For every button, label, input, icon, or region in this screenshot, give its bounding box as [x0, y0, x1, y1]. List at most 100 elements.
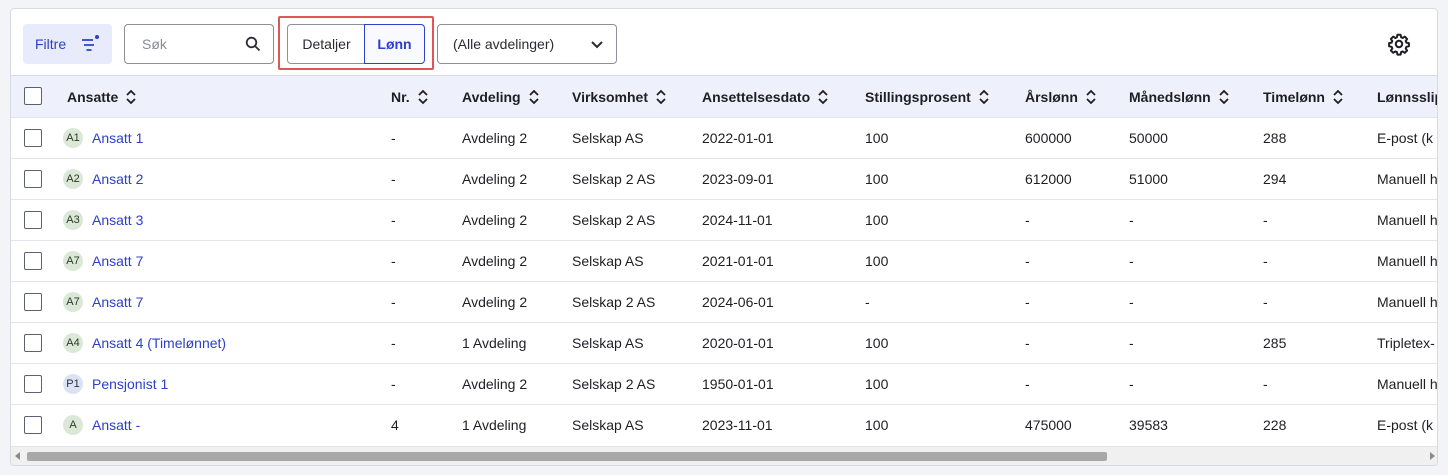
cell-employee: A3 Ansatt 3 [63, 200, 143, 240]
cell-hourly-wage: 285 [1263, 335, 1287, 351]
row-checkbox[interactable] [24, 252, 42, 270]
employee-link[interactable]: Ansatt - [92, 417, 140, 433]
cell-department: Avdeling 2 [462, 212, 528, 228]
row-checkbox[interactable] [24, 375, 42, 393]
gear-icon[interactable] [1387, 32, 1411, 56]
scroll-right-icon[interactable] [1430, 452, 1435, 460]
table-row[interactable]: A4 Ansatt 4 (Timelønnet) - 1 Avdeling Selska… [11, 322, 1437, 363]
cell-nr: - [391, 130, 396, 146]
search-input[interactable] [126, 26, 236, 62]
column-header-payslip[interactable]: Lønnsslip [1377, 76, 1437, 117]
cell-department: 1 Avdeling [462, 417, 527, 433]
cell-annual-salary: 612000 [1025, 171, 1072, 187]
employee-link[interactable]: Ansatt 1 [92, 130, 143, 146]
cell-annual-salary: 600000 [1025, 130, 1072, 146]
table-row[interactable]: P1 Pensjonist 1 - Avdeling 2 Selskap 2 AS 195… [11, 363, 1437, 404]
row-checkbox[interactable] [24, 170, 42, 188]
cell-position-pct: 100 [865, 171, 889, 187]
table-row[interactable]: A3 Ansatt 3 - Avdeling 2 Selskap 2 AS 2024-11… [11, 199, 1438, 240]
employee-link[interactable]: Ansatt 7 [92, 253, 143, 269]
row-checkbox[interactable] [24, 129, 42, 147]
sort-icon [818, 89, 828, 104]
department-select-value: (Alle avdelinger) [453, 36, 555, 52]
cell-department: Avdeling 2 [462, 294, 528, 310]
department-select[interactable]: (Alle avdelinger) [437, 24, 617, 64]
cell-position-pct: 100 [865, 417, 889, 433]
salary-view-button[interactable]: Lønn [364, 24, 425, 64]
column-header-employees[interactable]: Ansatte [67, 76, 136, 117]
cell-position-pct: - [865, 294, 870, 310]
cell-company: Selskap 2 AS [572, 376, 656, 392]
employee-link[interactable]: Ansatt 4 (Timelønnet) [92, 335, 226, 351]
avatar: A3 [63, 210, 83, 230]
cell-department: Avdeling 2 [462, 253, 528, 269]
cell-annual-salary: - [1025, 335, 1030, 351]
cell-nr: 4 [391, 417, 399, 433]
column-header-nr[interactable]: Nr. [391, 76, 428, 117]
table-row[interactable]: A7 Ansatt 7 - Avdeling 2 Selskap AS 2021-01-0… [11, 240, 1438, 281]
employee-panel: Filtre Detaljer Lønn (Alle avdelinger) [10, 8, 1438, 466]
avatar: P1 [63, 374, 83, 394]
cell-annual-salary: - [1025, 212, 1030, 228]
table-row[interactable]: A2 Ansatt 2 - Avdeling 2 Selskap 2 AS 2023-09… [11, 158, 1438, 199]
row-checkbox[interactable] [24, 211, 42, 229]
cell-position-pct: 100 [865, 130, 889, 146]
cell-payslip: Manuell h [1377, 171, 1438, 187]
column-header-monthly-salary[interactable]: Månedslønn [1129, 76, 1229, 117]
column-header-department[interactable]: Avdeling [462, 76, 539, 117]
cell-annual-salary: - [1025, 294, 1030, 310]
search-icon[interactable] [245, 36, 261, 52]
table-row[interactable]: A1 Ansatt 1 - Avdeling 2 Selskap AS 2022-01-0… [11, 117, 1437, 158]
cell-employee: A7 Ansatt 7 [63, 241, 143, 281]
filter-button[interactable]: Filtre [23, 24, 112, 64]
horizontal-scrollbar[interactable] [11, 446, 1437, 465]
cell-nr: - [391, 376, 396, 392]
cell-hourly-wage: 294 [1263, 171, 1287, 187]
cell-payslip: Manuell h [1377, 212, 1438, 228]
column-header-annual-salary[interactable]: Årslønn [1025, 76, 1096, 117]
cell-company: Selskap AS [572, 417, 644, 433]
cell-monthly-salary: - [1129, 212, 1134, 228]
cell-department: 1 Avdeling [462, 335, 527, 351]
cell-monthly-salary: 50000 [1129, 130, 1168, 146]
cell-hourly-wage: 288 [1263, 130, 1287, 146]
sort-icon [418, 89, 428, 104]
avatar: A2 [63, 169, 83, 189]
column-header-start-date[interactable]: Ansettelsesdato [702, 76, 828, 117]
cell-employee: A2 Ansatt 2 [63, 159, 143, 199]
employee-link[interactable]: Ansatt 2 [92, 171, 143, 187]
cell-annual-salary: 475000 [1025, 417, 1072, 433]
cell-hourly-wage: - [1263, 253, 1268, 269]
cell-department: Avdeling 2 [462, 171, 528, 187]
cell-position-pct: 100 [865, 253, 889, 269]
row-checkbox[interactable] [24, 416, 42, 434]
cell-company: Selskap AS [572, 335, 644, 351]
toolbar: Filtre Detaljer Lønn (Alle avdelinger) [11, 9, 1437, 75]
cell-employee: P1 Pensjonist 1 [63, 364, 168, 404]
column-header-hourly-wage[interactable]: Timelønn [1263, 76, 1343, 117]
table-row[interactable]: A7 Ansatt 7 - Avdeling 2 Selskap 2 AS 2024-06… [11, 281, 1437, 322]
cell-company: Selskap AS [572, 253, 644, 269]
cell-nr: - [391, 253, 396, 269]
employee-link[interactable]: Ansatt 7 [92, 294, 143, 310]
cell-company: Selskap 2 AS [572, 294, 656, 310]
avatar: A7 [63, 292, 83, 312]
employee-link[interactable]: Pensjonist 1 [92, 376, 168, 392]
column-header-company[interactable]: Virksomhet [572, 76, 666, 117]
employee-link[interactable]: Ansatt 3 [92, 212, 143, 228]
row-checkbox[interactable] [24, 334, 42, 352]
scroll-thumb[interactable] [27, 452, 1107, 461]
table-row[interactable]: A Ansatt - 4 1 Avdeling Selskap AS 2023-11-01… [11, 404, 1437, 445]
cell-start-date: 2024-06-01 [702, 294, 774, 310]
row-checkbox[interactable] [24, 293, 42, 311]
details-view-button[interactable]: Detaljer [287, 24, 365, 64]
column-header-position-pct[interactable]: Stillingsprosent [865, 76, 989, 117]
scroll-left-icon[interactable] [15, 452, 20, 460]
cell-payslip: Manuell h [1377, 253, 1438, 269]
cell-hourly-wage: 228 [1263, 417, 1287, 433]
sort-icon [1086, 89, 1096, 104]
select-all-checkbox[interactable] [24, 87, 42, 105]
filter-label: Filtre [35, 36, 67, 52]
chevron-down-icon [591, 41, 603, 49]
cell-annual-salary: - [1025, 253, 1030, 269]
